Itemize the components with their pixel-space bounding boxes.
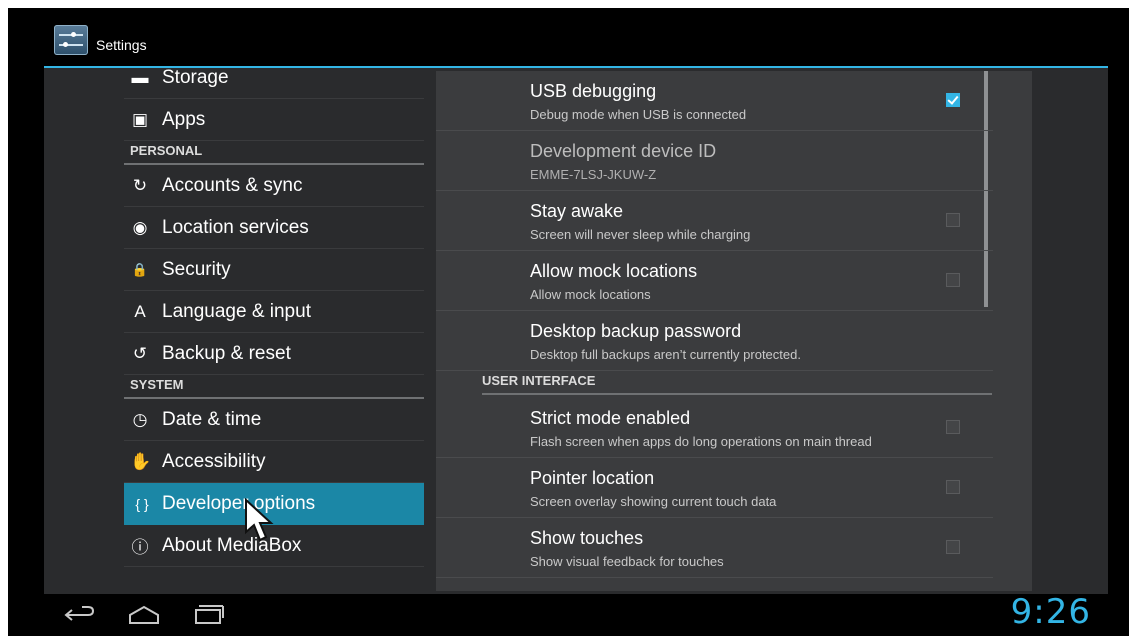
clock-icon: ◷ — [132, 409, 148, 429]
pref-title: Development device ID — [530, 141, 717, 161]
sidebar-item-label: Date & time — [162, 408, 262, 430]
pref-stay-awake[interactable]: Stay awake Screen will never sleep while … — [436, 191, 993, 251]
pref-title: Allow mock locations — [530, 261, 698, 281]
storage-icon: ▬ — [131, 68, 149, 87]
sidebar-item-label: Location services — [162, 216, 309, 238]
pref-development-device-id: Development device ID EMME-7LSJ-JKUW-Z — [436, 131, 993, 191]
sidebar-item-location-services[interactable]: ◉ Location services — [124, 207, 424, 249]
settings-content: ▬ Storage ▣ Apps PERSONAL ↻ Accounts & sync ◉ Lo… — [44, 68, 1108, 594]
pref-summary: Screen overlay showing current touch dat… — [530, 494, 777, 509]
sidebar-item-label: Security — [162, 258, 231, 280]
pref-title: Strict mode enabled — [530, 408, 691, 428]
sidebar-item-apps[interactable]: ▣ Apps — [124, 99, 424, 141]
category-header-system: SYSTEM — [124, 375, 424, 399]
checkbox-unchecked[interactable] — [946, 213, 960, 227]
slider-knob — [63, 42, 68, 47]
apps-icon: ▣ — [131, 109, 149, 129]
pref-title: Show touches — [530, 528, 644, 548]
sidebar-item-language-input[interactable]: A Language & input — [124, 291, 424, 333]
system-navigation-bar: 9:26 — [8, 592, 1129, 636]
home-icon[interactable] — [126, 602, 162, 628]
sidebar-item-developer-options[interactable]: { } Developer options — [124, 483, 424, 525]
action-bar: Settings — [8, 8, 1129, 66]
slider-knob — [71, 32, 76, 37]
pref-title: Desktop backup password — [530, 321, 742, 341]
sidebar-item-storage[interactable]: ▬ Storage — [124, 68, 424, 99]
backup-icon: ↺ — [132, 343, 148, 363]
sidebar-item-security[interactable]: 🔒 Security — [124, 249, 424, 291]
developer-options-panel[interactable]: USB debugging Debug mode when USB is conn… — [436, 71, 1032, 591]
checkbox-unchecked[interactable] — [946, 420, 960, 434]
mouse-pointer-icon — [245, 498, 274, 542]
sidebar-item-label: Accessibility — [162, 450, 266, 472]
checkbox-unchecked[interactable] — [946, 480, 960, 494]
sidebar-item-label: Storage — [162, 68, 229, 88]
hand-icon: ✋ — [130, 451, 152, 471]
pref-summary: Desktop full backups aren’t currently pr… — [530, 347, 801, 362]
pref-show-touches[interactable]: Show touches Show visual feedback for tou… — [436, 518, 993, 578]
pref-title: Stay awake — [530, 201, 624, 221]
section-header-user-interface: USER INTERFACE — [482, 371, 992, 395]
pref-summary: Flash screen when apps do long operation… — [530, 434, 872, 449]
pref-desktop-backup-password[interactable]: Desktop backup password Desktop full back… — [436, 311, 993, 371]
category-header-personal: PERSONAL — [124, 141, 424, 165]
braces-icon: { } — [135, 496, 149, 512]
status-clock[interactable]: 9:26 — [1011, 592, 1091, 632]
sidebar-item-label: Backup & reset — [162, 342, 291, 364]
back-icon[interactable] — [62, 602, 98, 628]
sidebar-item-label: Apps — [162, 108, 206, 130]
sidebar-item-label: About MediaBox — [162, 534, 302, 556]
checkbox-unchecked[interactable] — [946, 273, 960, 287]
pref-usb-debugging[interactable]: USB debugging Debug mode when USB is conn… — [436, 71, 993, 131]
sync-icon: ↻ — [132, 175, 148, 195]
checkbox-unchecked[interactable] — [946, 540, 960, 554]
location-icon: ◉ — [132, 217, 148, 237]
sidebar-item-label: Developer options — [162, 493, 316, 514]
headers-list[interactable]: ▬ Storage ▣ Apps PERSONAL ↻ Accounts & sync ◉ Lo… — [124, 68, 424, 594]
lock-icon: 🔒 — [131, 261, 149, 277]
info-icon: ⓘ — [131, 538, 149, 557]
pref-pointer-location[interactable]: Pointer location Screen overlay showing c… — [436, 458, 993, 518]
pref-title: USB debugging — [530, 81, 657, 101]
sidebar-item-label: Accounts & sync — [162, 174, 303, 196]
screen: Settings ▬ Storage ▣ Apps PERSONAL ↻ Accounts … — [8, 8, 1129, 636]
pref-summary: Allow mock locations — [530, 287, 651, 302]
pref-title: Pointer location — [530, 468, 655, 488]
sidebar-item-date-time[interactable]: ◷ Date & time — [124, 399, 424, 441]
app-title: Settings — [96, 37, 147, 53]
pref-summary: EMME-7LSJ-JKUW-Z — [530, 167, 657, 182]
pref-summary: Debug mode when USB is connected — [530, 107, 747, 122]
pref-strict-mode-enabled[interactable]: Strict mode enabled Flash screen when app… — [436, 398, 993, 458]
sidebar-item-about-mediabox[interactable]: ⓘ About MediaBox — [124, 525, 424, 567]
recent-apps-icon[interactable] — [190, 602, 226, 628]
pref-allow-mock-locations[interactable]: Allow mock locations Allow mock locations — [436, 251, 993, 311]
checkbox-checked[interactable] — [946, 93, 960, 107]
settings-app-icon[interactable] — [54, 25, 88, 55]
sidebar-item-backup-reset[interactable]: ↺ Backup & reset — [124, 333, 424, 375]
sidebar-item-accessibility[interactable]: ✋ Accessibility — [124, 441, 424, 483]
pref-summary: Screen will never sleep while charging — [530, 227, 751, 242]
sidebar-item-label: Language & input — [162, 300, 311, 322]
pref-summary: Show visual feedback for touches — [530, 554, 724, 569]
sidebar-item-accounts-sync[interactable]: ↻ Accounts & sync — [124, 165, 424, 207]
keyboard-icon: A — [134, 301, 146, 321]
